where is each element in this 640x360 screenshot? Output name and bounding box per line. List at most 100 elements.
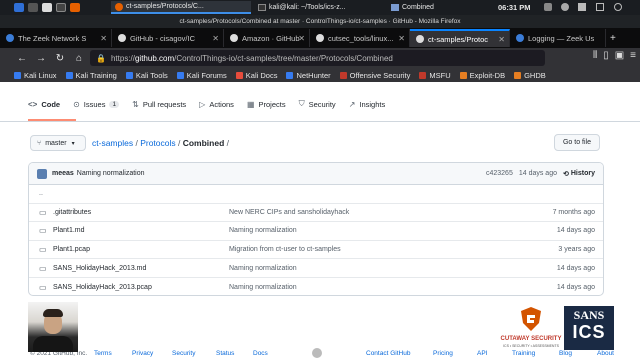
commit-hash[interactable]: c423265 xyxy=(486,170,513,177)
list-item[interactable]: ▭ SANS_HolidayHack_2013.pcap Naming normal… xyxy=(29,278,603,295)
close-tab-icon[interactable]: ✕ xyxy=(498,35,505,44)
history-link[interactable]: ⟲ History xyxy=(563,170,595,178)
cutaway-logo-text: CUTAWAY SECURITY xyxy=(500,336,562,342)
footer-link-terms[interactable]: Terms xyxy=(94,350,112,357)
footer-link-contact[interactable]: Contact GitHub xyxy=(366,350,410,357)
exploitdb-icon xyxy=(459,71,467,79)
tab-zeek[interactable]: The Zeek Network S ✕ xyxy=(0,29,112,47)
tab-security[interactable]: ⛉ Security xyxy=(299,96,336,112)
tab-issues[interactable]: ⊙ Issues 1 xyxy=(73,96,120,112)
tab-amazon[interactable]: Amazon · GitHub ✕ xyxy=(224,29,310,47)
zeek-favicon-icon xyxy=(6,34,14,42)
docs-icon xyxy=(235,71,243,79)
avatar[interactable] xyxy=(37,168,47,179)
new-tab-icon[interactable]: + xyxy=(610,33,616,44)
commit-message[interactable]: Naming normalization xyxy=(77,170,145,177)
footer-link-training[interactable]: Training xyxy=(512,350,535,357)
bookmark-exploit-db[interactable]: Exploit-DB xyxy=(459,71,505,80)
terminal-icon[interactable] xyxy=(56,3,66,12)
kali-icon xyxy=(176,71,184,79)
go-to-file-button[interactable]: Go to file xyxy=(554,134,600,151)
folder-icon xyxy=(391,4,399,11)
list-item[interactable]: ▭ .gitattributes New NERC CIPs and sanshol… xyxy=(29,204,603,223)
tab-code[interactable]: <> Code xyxy=(28,96,60,112)
ics-logo-text: ICS xyxy=(572,322,606,342)
power-icon[interactable] xyxy=(578,3,586,11)
close-tab-icon[interactable]: ✕ xyxy=(100,34,107,43)
task-combined[interactable]: Combined xyxy=(387,1,438,14)
nethunter-icon xyxy=(286,71,294,79)
lock-icon[interactable] xyxy=(596,3,604,11)
tab-actions[interactable]: ▷ Actions xyxy=(199,96,234,112)
list-item[interactable]: ▭ Plant1.pcap Migration from ct-user to ct… xyxy=(29,241,603,260)
commit-meta: c423265 14 days ago ⟲ History xyxy=(486,170,595,178)
desktop-icon[interactable] xyxy=(28,3,38,12)
github-favicon-icon xyxy=(416,35,424,43)
bookmark-offensive-security[interactable]: Offensive Security xyxy=(339,71,410,80)
close-tab-icon[interactable]: ✕ xyxy=(398,34,405,43)
footer-link-docs[interactable]: Docs xyxy=(253,350,268,357)
breadcrumb-protocols-link[interactable]: Protocols xyxy=(140,138,175,148)
bookmark-kali-training[interactable]: Kali Training xyxy=(65,71,117,80)
volume-icon[interactable] xyxy=(561,3,569,11)
firefox-launcher-icon[interactable] xyxy=(70,3,80,12)
bookmark-kali-tools[interactable]: Kali Tools xyxy=(125,71,168,80)
breadcrumb: ct-samples / Protocols / Combined / xyxy=(92,138,230,148)
home-icon[interactable]: ⌂ xyxy=(71,50,87,66)
tab-projects[interactable]: ▦ Projects xyxy=(247,96,286,112)
extensions-icon[interactable]: ▣ xyxy=(615,50,624,61)
footer-link-api[interactable]: API xyxy=(477,350,487,357)
zeek-favicon-icon xyxy=(516,34,524,42)
menu-icon[interactable]: ≡ xyxy=(630,50,636,61)
kali-menu-icon[interactable] xyxy=(14,3,24,12)
tab-cisagov[interactable]: GitHub - cisagov/IC ✕ xyxy=(112,29,224,47)
sidebar-icon[interactable]: ▯ xyxy=(603,50,609,61)
tab-logging[interactable]: Logging — Zeek Us xyxy=(510,29,606,47)
bookmark-kali-forums[interactable]: Kali Forums xyxy=(176,71,227,80)
footer-link-about[interactable]: About xyxy=(597,350,614,357)
bookmark-kali-docs[interactable]: Kali Docs xyxy=(235,71,277,80)
tab-cutsec[interactable]: cutsec_tools/linux... ✕ xyxy=(310,29,410,47)
footer-link-privacy[interactable]: Privacy xyxy=(132,350,153,357)
close-tab-icon[interactable]: ✕ xyxy=(212,34,219,43)
forward-icon[interactable]: → xyxy=(33,50,49,66)
network-icon[interactable] xyxy=(544,3,552,11)
tab-pull-requests[interactable]: ⇅ Pull requests xyxy=(132,96,186,112)
bookmark-nethunter[interactable]: NetHunter xyxy=(286,71,331,80)
close-tab-icon[interactable]: ✕ xyxy=(298,34,305,43)
branch-select-button[interactable]: ⑂ master ▾ xyxy=(30,135,86,151)
footer-link-status[interactable]: Status xyxy=(216,350,234,357)
file-icon: ▭ xyxy=(39,263,47,273)
list-item[interactable]: ▭ Plant1.md Naming normalization 14 days ag… xyxy=(29,222,603,241)
logout-icon[interactable] xyxy=(614,3,622,11)
files-icon[interactable] xyxy=(42,3,52,12)
breadcrumb-repo-link[interactable]: ct-samples xyxy=(92,138,133,148)
reload-icon[interactable]: ↻ xyxy=(52,50,68,66)
footer-link-pricing[interactable]: Pricing xyxy=(433,350,453,357)
footer-link-blog[interactable]: Blog xyxy=(559,350,572,357)
task-firefox[interactable]: ct-samples/Protocols/C... xyxy=(111,1,251,14)
list-item-parent[interactable]: .. xyxy=(29,185,603,204)
back-icon[interactable]: ← xyxy=(14,50,30,66)
bookmark-msfu[interactable]: MSFU xyxy=(419,71,451,80)
footer-link-security[interactable]: Security xyxy=(172,350,195,357)
url-host: github.com xyxy=(134,53,175,63)
play-icon: ▷ xyxy=(199,99,206,109)
ghdb-icon xyxy=(514,71,522,79)
issues-count: 1 xyxy=(109,100,120,108)
project-icon: ▦ xyxy=(246,99,255,109)
task-blank[interactable] xyxy=(100,1,108,14)
kali-icon xyxy=(125,71,133,79)
bookmark-ghdb[interactable]: GHDB xyxy=(514,71,546,80)
tab-ct-samples[interactable]: ct-samples/Protoc ✕ xyxy=(410,29,510,47)
list-item[interactable]: ▭ SANS_HolidayHack_2013.md Naming normaliz… xyxy=(29,259,603,278)
github-logo-icon[interactable] xyxy=(312,348,322,358)
library-icon[interactable]: ⫴ xyxy=(593,50,597,61)
bookmark-kali-linux[interactable]: Kali Linux xyxy=(14,71,57,80)
tab-insights[interactable]: ↗ Insights xyxy=(349,96,386,112)
lock-icon: 🔒 xyxy=(96,53,106,63)
task-terminal[interactable]: kali@kali: ~/Tools/ics-z... xyxy=(254,1,384,14)
commit-author[interactable]: meeas xyxy=(52,170,74,177)
msfu-icon xyxy=(419,71,427,79)
url-bar[interactable]: 🔒 https://github.com/ControlThings-io/ct… xyxy=(90,50,545,66)
